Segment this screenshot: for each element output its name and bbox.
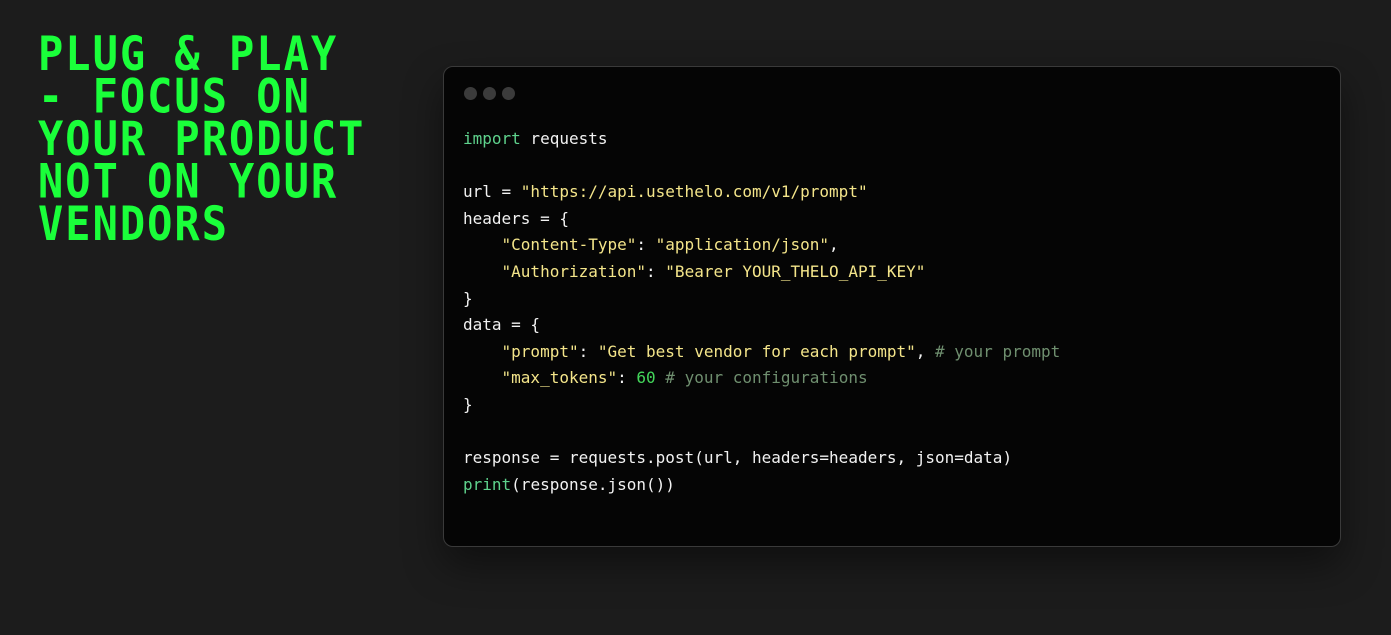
code-token: "Bearer YOUR_THELO_API_KEY" [665, 261, 926, 281]
code-token: response = requests.post(url, headers=he… [463, 448, 1013, 468]
code-token: # your configurations [665, 368, 868, 388]
code-block[interactable]: import requests url = "https://api.usethe… [463, 126, 1060, 498]
code-line: data = { [463, 312, 1060, 339]
code-line: } [463, 392, 1060, 419]
code-token: } [463, 394, 473, 414]
code-token: } [463, 288, 473, 308]
code-window: import requests url = "https://api.usethe… [443, 66, 1341, 547]
code-token: "application/json" [655, 235, 830, 255]
code-token: "Get best vendor for each prompt" [597, 341, 916, 361]
code-token: print [463, 474, 512, 494]
code-token: "Authorization" [501, 261, 647, 281]
code-line: url = "https://api.usethelo.com/v1/promp… [463, 179, 1060, 206]
code-token: (response.json()) [511, 474, 675, 494]
code-line: "prompt": "Get best vendor for each prom… [463, 339, 1061, 366]
code-token: requests [520, 129, 608, 148]
code-token: headers = { [463, 208, 569, 228]
code-token: "prompt" [501, 341, 579, 361]
code-token: data = { [463, 315, 541, 335]
window-dot-icon [502, 87, 515, 100]
code-token: , [829, 235, 839, 255]
code-token: url = [463, 182, 521, 202]
code-line: "Content-Type": "application/json", [463, 232, 1060, 259]
code-token: : [646, 261, 666, 281]
code-line: } [463, 286, 1060, 313]
code-line: headers = { [463, 206, 1060, 233]
code-line: "max_tokens": 60 # your configurations [463, 365, 1060, 392]
code-line: print(response.json()) [463, 472, 1060, 499]
code-token: # your prompt [935, 341, 1061, 361]
code-token: : [617, 368, 637, 388]
code-token: "Content-Type" [501, 235, 637, 255]
code-token: "max_tokens" [501, 368, 618, 388]
code-token: : [578, 341, 598, 361]
window-dot-icon [483, 87, 496, 100]
code-token: "https://api.usethelo.com/v1/prompt" [520, 182, 868, 202]
code-token: : [636, 235, 656, 255]
headline-line: VENDORS [38, 196, 230, 252]
code-line: import requests [463, 126, 1060, 153]
code-token: 60 [636, 368, 656, 388]
code-line: response = requests.post(url, headers=he… [463, 445, 1060, 472]
code-line: "Authorization": "Bearer YOUR_THELO_API_… [463, 259, 1060, 286]
code-token: import [463, 129, 521, 148]
window-dot-icon [464, 87, 477, 100]
code-token: , [915, 341, 936, 361]
window-controls [464, 87, 515, 100]
headline: PLUG & PLAY - FOCUS ON YOUR PRODUCT NOT … [38, 30, 378, 252]
